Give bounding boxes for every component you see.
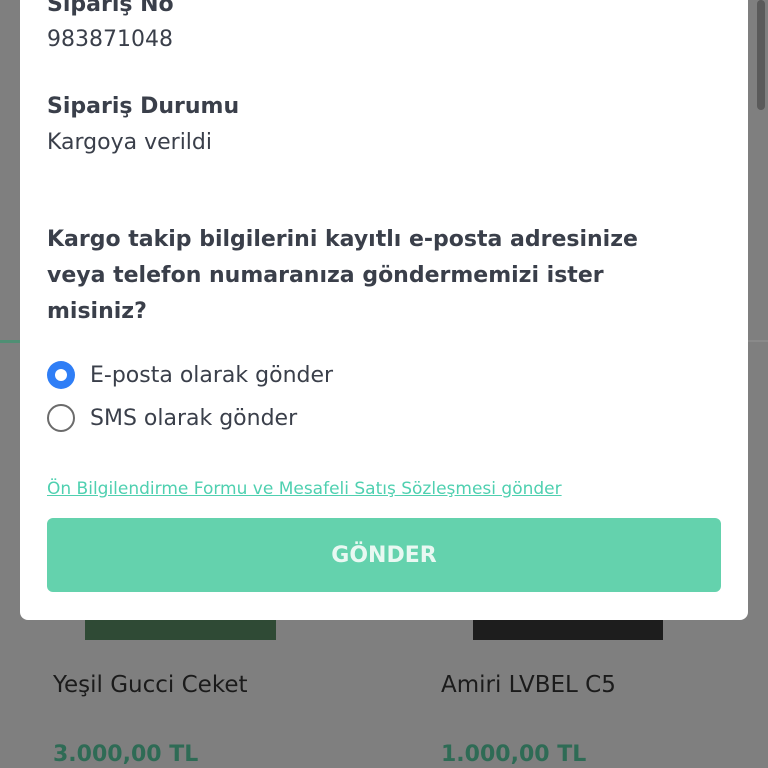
- product-name: Yeşil Gucci Ceket: [53, 672, 248, 698]
- order-no-label: Sipariş No: [47, 0, 174, 17]
- scrollbar[interactable]: [757, 0, 765, 110]
- radio-option-email[interactable]: E-posta olarak gönder: [47, 361, 333, 389]
- send-contract-link[interactable]: Ön Bilgilendirme Formu ve Mesafeli Satış…: [47, 479, 562, 499]
- radio-label-sms: SMS olarak gönder: [90, 405, 298, 431]
- submit-button[interactable]: GÖNDER: [47, 518, 721, 592]
- radio-checked-icon[interactable]: [47, 361, 75, 389]
- radio-option-sms[interactable]: SMS olarak gönder: [47, 404, 297, 432]
- order-tracking-modal: Sipariş No 983871048 Sipariş Durumu Karg…: [20, 0, 748, 620]
- radio-unchecked-icon[interactable]: [47, 404, 75, 432]
- product-price: 3.000,00 TL: [53, 742, 199, 767]
- product-name: Amiri LVBEL C5: [441, 672, 616, 698]
- product-price: 1.000,00 TL: [441, 742, 587, 767]
- tracking-question: Kargo takip bilgilerini kayıtlı e-posta …: [47, 227, 638, 324]
- background-divider: [0, 340, 20, 343]
- order-no-value: 983871048: [47, 27, 173, 52]
- order-status-label: Sipariş Durumu: [47, 94, 240, 119]
- order-status-value: Kargoya verildi: [47, 130, 212, 155]
- background-divider: [748, 340, 768, 342]
- radio-label-email: E-posta olarak gönder: [90, 362, 334, 388]
